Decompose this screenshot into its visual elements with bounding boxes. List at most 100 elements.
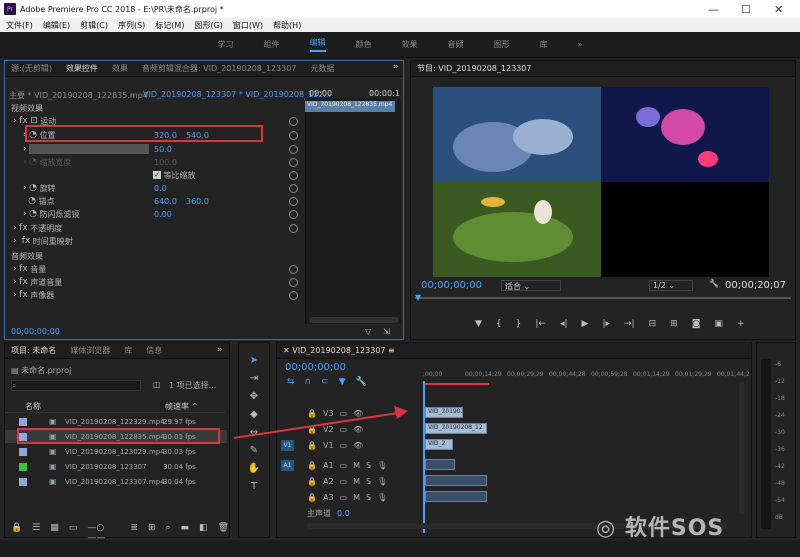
project-item[interactable]: ▣ VID_20190208_123307.mp4 30.04 fps bbox=[5, 475, 227, 488]
tab-metadata[interactable]: 元数据 bbox=[310, 63, 334, 74]
anchor-y-value[interactable]: 360.0 bbox=[186, 197, 209, 206]
reset-uniform-icon[interactable] bbox=[289, 171, 298, 180]
project-item[interactable]: ▣ VID_20190208_122329.mp4 29.97 fps bbox=[5, 415, 227, 428]
timeline-settings-icon[interactable]: 🔧 bbox=[356, 377, 367, 387]
lock-icon[interactable]: 🔒 bbox=[307, 441, 317, 450]
fit-dropdown[interactable]: 适合 ⌄ bbox=[501, 280, 561, 291]
sync-lock-icon[interactable]: ▭ bbox=[340, 441, 348, 450]
program-timecode[interactable]: 00;00;00;00 bbox=[421, 280, 482, 291]
expand-icon[interactable]: › bbox=[23, 144, 27, 154]
tab-libraries[interactable]: 库 bbox=[124, 345, 132, 356]
new-bin-icon[interactable]: ◫ bbox=[153, 380, 161, 389]
go-to-out-icon[interactable]: →| bbox=[624, 319, 635, 329]
project-item[interactable]: ▣ VID_20190208_123029.mp4 30.03 fps bbox=[5, 445, 227, 458]
project-search-input[interactable]: ⌕ bbox=[11, 380, 141, 391]
quality-dropdown[interactable]: 1/2 ⌄ bbox=[649, 280, 693, 291]
program-scrub-bar[interactable] bbox=[415, 297, 791, 299]
track-a3-label[interactable]: A3 bbox=[323, 493, 334, 502]
eye-icon[interactable]: 👁 bbox=[353, 409, 363, 418]
audio-clip-a2[interactable] bbox=[425, 475, 487, 486]
tab-effect-controls[interactable]: 效果控件 bbox=[66, 63, 98, 74]
reset-scale-icon[interactable] bbox=[289, 145, 298, 154]
menu-sequence[interactable]: 序列(S) bbox=[118, 20, 145, 31]
solo-button[interactable]: S bbox=[366, 477, 371, 486]
clip-v2[interactable]: VID_20190208_12 bbox=[425, 423, 487, 434]
lock-icon[interactable]: 🔒 bbox=[307, 493, 317, 502]
lock-icon[interactable]: 🔒 bbox=[307, 461, 317, 470]
camera-icon[interactable]: ◙ bbox=[692, 319, 701, 329]
scale-value[interactable]: 50.0 bbox=[154, 145, 172, 154]
menu-edit[interactable]: 编辑(E) bbox=[43, 20, 70, 31]
step-forward-icon[interactable]: |▸ bbox=[602, 319, 610, 329]
mic-icon[interactable]: 🎙 bbox=[377, 493, 387, 502]
label-color-swatch[interactable] bbox=[19, 462, 27, 471]
tab-source[interactable]: 源:(无剪辑) bbox=[11, 63, 52, 74]
master-track-label[interactable]: 主声道 bbox=[307, 508, 331, 519]
menu-help[interactable]: 帮助(H) bbox=[273, 20, 301, 31]
project-item[interactable]: ▣ VID_20190208_123307 30.04 fps bbox=[5, 460, 227, 473]
reset-scale-width-icon[interactable] bbox=[289, 158, 298, 167]
razor-tool-icon[interactable]: ◆ bbox=[246, 409, 262, 423]
column-name[interactable]: 名称 bbox=[25, 401, 41, 412]
opacity-row[interactable]: › fx 不透明度 bbox=[13, 222, 62, 234]
audio-clip-a3[interactable] bbox=[425, 491, 487, 502]
add-button-icon[interactable]: + bbox=[737, 319, 745, 329]
type-tool-icon[interactable]: T bbox=[246, 481, 262, 495]
playhead-line[interactable] bbox=[423, 381, 425, 533]
ec-clip-bar[interactable]: VID_20190208_122835.mp4 bbox=[305, 101, 395, 112]
timeline-sequence-tab[interactable]: ✕ VID_20190208_123307 ≡ bbox=[283, 346, 395, 355]
ec-mini-timeline[interactable] bbox=[305, 98, 401, 324]
reset-panner-icon[interactable] bbox=[289, 291, 298, 300]
workspace-editing[interactable]: 编辑 bbox=[309, 37, 326, 52]
slip-tool-icon[interactable]: ↔ bbox=[246, 427, 262, 441]
snap-icon[interactable]: ∩ bbox=[305, 377, 312, 387]
go-to-in-icon[interactable]: |← bbox=[535, 319, 546, 329]
nest-icon[interactable]: ⇆ bbox=[287, 377, 295, 387]
master-track-value[interactable]: 0.0 bbox=[337, 509, 350, 518]
menu-graphics[interactable]: 图形(G) bbox=[194, 20, 222, 31]
stopwatch-icon[interactable]: ◔ bbox=[29, 183, 37, 193]
timeline-vertical-scrollbar[interactable] bbox=[739, 383, 745, 513]
hand-tool-icon[interactable]: ✋ bbox=[246, 463, 262, 477]
mute-button[interactable]: M bbox=[353, 461, 360, 470]
sync-lock-icon[interactable]: ▭ bbox=[340, 477, 348, 486]
ec-zoom-scrollbar[interactable] bbox=[309, 317, 399, 323]
close-button[interactable]: ✕ bbox=[774, 3, 783, 16]
minimize-button[interactable]: — bbox=[708, 3, 719, 16]
flicker-value[interactable]: 0.00 bbox=[154, 210, 172, 219]
clip-v3[interactable]: VID_2019020 bbox=[425, 407, 463, 418]
export-frame-icon[interactable]: ⇲ bbox=[383, 327, 390, 336]
work-area-bar[interactable] bbox=[423, 383, 489, 385]
timeline-timecode[interactable]: 00;00;00;00 bbox=[285, 362, 346, 373]
tab-project[interactable]: 项目: 未命名 bbox=[11, 345, 56, 356]
reset-opacity-icon[interactable] bbox=[289, 224, 298, 233]
anchor-x-value[interactable]: 640.0 bbox=[154, 197, 177, 206]
lock-icon[interactable]: 🔒 bbox=[307, 425, 317, 434]
track-v1-label[interactable]: V1 bbox=[323, 441, 334, 450]
solo-button[interactable]: S bbox=[366, 461, 371, 470]
expand-icon[interactable]: › bbox=[23, 209, 27, 219]
workspace-color[interactable]: 颜色 bbox=[356, 39, 372, 50]
mark-out-icon[interactable]: } bbox=[516, 319, 522, 329]
expand-icon[interactable]: › bbox=[13, 116, 17, 126]
comparison-icon[interactable]: ▣ bbox=[714, 319, 723, 329]
eye-icon[interactable]: 👁 bbox=[353, 441, 363, 450]
time-remap-row[interactable]: › fx 时间重映射 bbox=[13, 235, 73, 247]
ripple-edit-tool-icon[interactable]: ✥ bbox=[246, 391, 262, 405]
workspace-effects[interactable]: 效果 bbox=[402, 39, 418, 50]
uniform-scale-checkbox[interactable]: ✓ bbox=[153, 171, 161, 179]
workspace-libraries[interactable]: 库 bbox=[540, 39, 548, 50]
eye-icon[interactable]: 👁 bbox=[353, 425, 363, 434]
stopwatch-icon[interactable]: ◔ bbox=[29, 209, 37, 219]
reset-anchor-icon[interactable] bbox=[289, 197, 298, 206]
tab-effects[interactable]: 效果 bbox=[112, 63, 128, 74]
reset-channel-icon[interactable] bbox=[289, 278, 298, 287]
time-ruler[interactable]: ;00;00 00;00;14;29 00;00;29;29 00;00;44;28 0… bbox=[423, 371, 750, 383]
track-a1-label[interactable]: A1 bbox=[323, 461, 334, 470]
rotation-value[interactable]: 0.0 bbox=[154, 184, 167, 193]
mic-icon[interactable]: 🎙 bbox=[377, 477, 387, 486]
add-marker-timeline-icon[interactable]: ▼ bbox=[339, 377, 346, 387]
menu-markers[interactable]: 标记(M) bbox=[155, 20, 184, 31]
scale-slider-track[interactable] bbox=[29, 144, 149, 154]
reset-flicker-icon[interactable] bbox=[289, 210, 298, 219]
